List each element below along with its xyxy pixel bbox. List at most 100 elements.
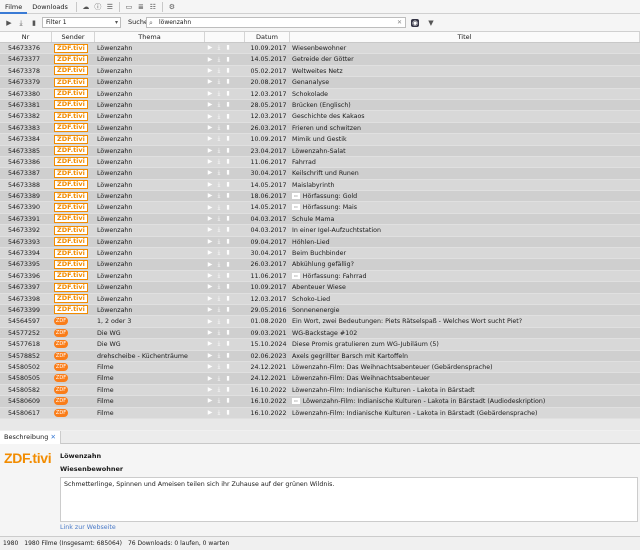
play-icon[interactable]: ▶ — [207, 364, 213, 370]
download-icon[interactable]: ⤓ — [216, 295, 222, 302]
download-icon[interactable]: ⤓ — [216, 227, 222, 233]
download-icon[interactable]: ⤓ — [216, 45, 222, 51]
table-row[interactable]: 54673394 ZDF.tivi Löwenzahn ▶ ⤓ ▮ 30.04.2017 Be… — [0, 248, 640, 260]
play-icon[interactable]: ▶ — [207, 409, 213, 416]
search-input[interactable]: ⌕ löwenzahn ✕ — [146, 17, 406, 28]
download-icon[interactable]: ⤓ — [216, 329, 222, 336]
table-row[interactable]: 54673397 ZDF.tivi Löwenzahn ▶ ⤓ ▮ 10.09.2017 Ab… — [0, 282, 640, 294]
download-icon[interactable]: ⤓ — [216, 67, 222, 74]
filter-select[interactable]: Filter 1 ▾ — [42, 17, 121, 28]
download-icon[interactable]: ⤓ — [216, 159, 222, 165]
bookmark-icon[interactable]: ▮ — [225, 352, 231, 359]
bookmark-icon[interactable]: ▮ — [225, 90, 231, 97]
play-icon[interactable]: ▶ — [207, 250, 213, 256]
play-icon[interactable]: ▶ — [207, 204, 213, 211]
bookmark-icon[interactable]: ▮ — [225, 204, 231, 211]
bookmark-icon[interactable]: ▮ — [225, 250, 231, 256]
download-icon[interactable]: ⤓ — [216, 273, 222, 279]
table-row[interactable]: 54673396 ZDF.tivi Löwenzahn ▶ ⤓ ▮ 11.06.2017 ▭ H… — [0, 270, 640, 283]
bookmark-icon[interactable]: ▮ — [225, 284, 231, 290]
col-datum[interactable]: Datum — [245, 32, 290, 42]
table-row[interactable]: 54580502 ZDF Filme ▶ ⤓ ▮ 24.12.2021 Löwenzahn-F… — [0, 361, 640, 374]
bookmark-icon[interactable]: ▮ — [225, 318, 231, 325]
bookmark-icon[interactable]: ▮ — [30, 19, 38, 27]
download-icon[interactable]: ⤓ — [216, 56, 222, 63]
bookmark-icon[interactable]: ▮ — [225, 102, 231, 108]
tab-filme[interactable]: Filme — [0, 0, 28, 14]
table-row[interactable]: 54673387 ZDF.tivi Löwenzahn ▶ ⤓ ▮ 30.04.2017 Ke… — [0, 168, 640, 180]
download-icon[interactable]: ⤓ — [216, 307, 222, 313]
table-row[interactable]: 54577618 ZDF Die WG ▶ ⤓ ▮ 15.10.2024 Diese Prom… — [0, 339, 640, 351]
table-row[interactable]: 54580582 ZDF Filme ▶ ⤓ ▮ 16.10.2022 Löwenzahn-F… — [0, 384, 640, 397]
play-icon[interactable]: ▶ — [207, 159, 213, 165]
download-icon[interactable]: ⤓ — [216, 352, 222, 359]
play-icon[interactable]: ▶ — [207, 238, 213, 245]
play-icon[interactable]: ▶ — [207, 295, 213, 302]
play-icon[interactable]: ▶ — [5, 19, 13, 27]
table-row[interactable]: 54577252 ZDF Die WG ▶ ⤓ ▮ 09.03.2021 WG-Backsta… — [0, 327, 640, 340]
download-icon[interactable]: ⤓ — [17, 19, 25, 27]
list-icon[interactable]: ☰ — [106, 3, 114, 11]
play-icon[interactable]: ▶ — [207, 181, 213, 188]
bookmark-icon[interactable]: ▮ — [225, 159, 231, 165]
table-row[interactable]: 54673379 ZDF.tivi Löwenzahn ▶ ⤓ ▮ 20.08.2017 Ge… — [0, 77, 640, 89]
download-icon[interactable]: ⤓ — [216, 375, 222, 382]
download-icon[interactable]: ⤓ — [216, 216, 222, 222]
bookmark-icon[interactable]: ▮ — [225, 341, 231, 347]
download-icon[interactable]: ⤓ — [216, 124, 222, 131]
table-row[interactable]: 54673398 ZDF.tivi Löwenzahn ▶ ⤓ ▮ 12.03.2017 Sc… — [0, 293, 640, 305]
bookmark-icon[interactable]: ▮ — [225, 216, 231, 222]
bookmark-icon[interactable]: ▮ — [225, 193, 231, 199]
download-icon[interactable]: ⤓ — [216, 364, 222, 370]
table-row[interactable]: 54673378 ZDF.tivi Löwenzahn ▶ ⤓ ▮ 05.02.2017 We… — [0, 65, 640, 78]
download-icon[interactable]: ⤓ — [216, 238, 222, 245]
table-row[interactable]: 54673377 ZDF.tivi Löwenzahn ▶ ⤓ ▮ 14.05.2017 Ge… — [0, 54, 640, 66]
info-icon[interactable]: ⓘ — [94, 3, 102, 11]
bookmark-icon[interactable]: ▮ — [225, 273, 231, 279]
table-row[interactable]: 54673393 ZDF.tivi Löwenzahn ▶ ⤓ ▮ 09.04.2017 Hö… — [0, 236, 640, 249]
table-row[interactable]: 54673376 ZDF.tivi Löwenzahn ▶ ⤓ ▮ 10.09.2017 Wi… — [0, 43, 640, 55]
table-row[interactable]: 54673392 ZDF.tivi Löwenzahn ▶ ⤓ ▮ 04.03.2017 In… — [0, 225, 640, 237]
filter-icon[interactable]: ▼ — [427, 19, 435, 27]
play-icon[interactable]: ▶ — [207, 67, 213, 74]
bookmark-icon[interactable]: ▮ — [225, 227, 231, 233]
bookmark-icon[interactable]: ▮ — [225, 181, 231, 188]
table-row[interactable]: 54580609 ZDF Filme ▶ ⤓ ▮ 16.10.2022 ▭ Löwenzahn-… — [0, 396, 640, 408]
table-row[interactable]: 54673391 ZDF.tivi Löwenzahn ▶ ⤓ ▮ 04.03.2017 Sc… — [0, 213, 640, 226]
bookmark-icon[interactable]: ▮ — [225, 398, 231, 404]
play-icon[interactable]: ▶ — [207, 341, 213, 347]
database-icon[interactable]: ≣ — [137, 3, 145, 11]
play-icon[interactable]: ▶ — [207, 90, 213, 97]
cloud-download-icon[interactable]: ☁ — [82, 3, 90, 11]
play-icon[interactable]: ▶ — [207, 398, 213, 404]
download-icon[interactable]: ⤓ — [216, 318, 222, 325]
play-icon[interactable]: ▶ — [207, 136, 213, 142]
download-icon[interactable]: ⤓ — [216, 409, 222, 416]
play-icon[interactable]: ▶ — [207, 318, 213, 325]
col-sender[interactable]: Sender — [52, 32, 95, 42]
play-icon[interactable]: ▶ — [207, 193, 213, 199]
table-row[interactable]: 54673380 ZDF.tivi Löwenzahn ▶ ⤓ ▮ 12.03.2017 Sc… — [0, 88, 640, 100]
clear-icon[interactable]: ✕ — [397, 18, 402, 28]
table-row[interactable]: 54564597 ZDF 1, 2 oder 3 ▶ ⤓ ▮ 01.08.2020 Ein W… — [0, 316, 640, 328]
play-icon[interactable]: ▶ — [207, 45, 213, 51]
bookmark-icon[interactable]: ▮ — [225, 124, 231, 131]
play-icon[interactable]: ▶ — [207, 273, 213, 279]
download-icon[interactable]: ⤓ — [216, 284, 222, 290]
play-icon[interactable]: ▶ — [207, 216, 213, 222]
col-thema[interactable]: Thema — [95, 32, 205, 42]
download-icon[interactable]: ⤓ — [216, 341, 222, 347]
bookmark-icon[interactable]: ▮ — [225, 67, 231, 74]
bookmark-icon[interactable]: ▮ — [225, 45, 231, 51]
play-icon[interactable]: ▶ — [207, 307, 213, 313]
download-icon[interactable]: ⤓ — [216, 181, 222, 188]
download-icon[interactable]: ⤓ — [216, 147, 222, 154]
play-icon[interactable]: ▶ — [207, 227, 213, 233]
download-icon[interactable]: ⤓ — [216, 102, 222, 108]
bookmark-icon[interactable]: ▮ — [225, 113, 231, 120]
play-icon[interactable]: ▶ — [207, 102, 213, 108]
play-icon[interactable]: ▶ — [207, 170, 213, 176]
download-icon[interactable]: ⤓ — [216, 204, 222, 211]
play-icon[interactable]: ▶ — [207, 56, 213, 63]
table-row[interactable]: 54578852 ZDF drehscheibe - Küchenträume ▶ ⤓ ▮… — [0, 350, 640, 362]
